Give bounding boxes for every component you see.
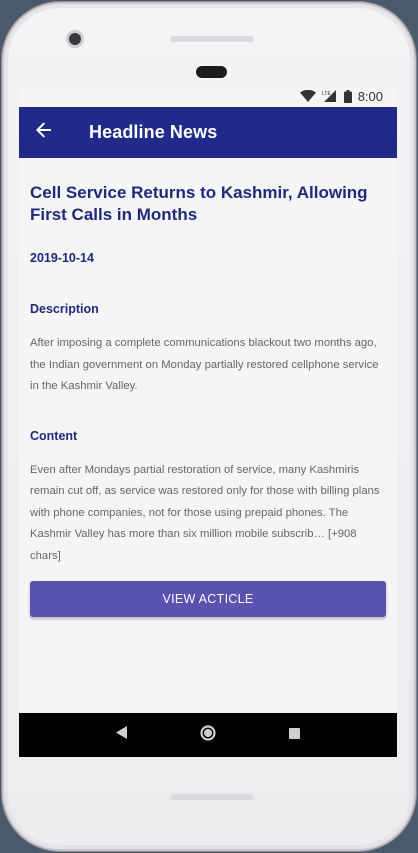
system-nav-bar: [19, 713, 397, 757]
page-title: Headline News: [89, 122, 218, 142]
app-bar: Headline News: [19, 107, 397, 158]
wifi-icon: [299, 90, 316, 102]
back-button[interactable]: [19, 107, 69, 158]
article-content: Cell Service Returns to Kashmir, Allowin…: [19, 158, 397, 617]
nav-recents-button[interactable]: [274, 715, 314, 755]
lte-signal-icon: LTE: [322, 90, 338, 102]
status-bar: LTE 8:00: [19, 85, 397, 107]
view-article-button[interactable]: VIEW ACTICLE: [30, 581, 386, 617]
content-label: Content: [30, 428, 78, 443]
article-date: 2019-10-14: [30, 251, 94, 265]
recents-square-icon: [288, 726, 300, 744]
screen: LTE 8:00 Headline News Cell Service Retu…: [19, 85, 397, 757]
description-text: After imposing a complete communications…: [30, 337, 379, 392]
content-text: Even after Mondays partial restoration o…: [30, 463, 380, 562]
nav-home-button[interactable]: [188, 715, 228, 755]
status-time: 8:00: [357, 88, 383, 104]
front-camera: [66, 30, 84, 48]
description-label: Description: [30, 302, 99, 316]
nav-back-button[interactable]: [102, 715, 142, 755]
back-triangle-icon: [116, 726, 128, 744]
home-circle-icon: [200, 724, 216, 746]
earpiece-speaker: [170, 36, 254, 42]
proximity-sensor: [196, 66, 227, 78]
arrow-left-icon: [36, 122, 52, 143]
bottom-speaker: [170, 794, 254, 800]
battery-icon: [343, 89, 352, 103]
article-headline: Cell Service Returns to Kashmir, Allowin…: [30, 183, 368, 224]
svg-text:LTE: LTE: [322, 91, 331, 97]
